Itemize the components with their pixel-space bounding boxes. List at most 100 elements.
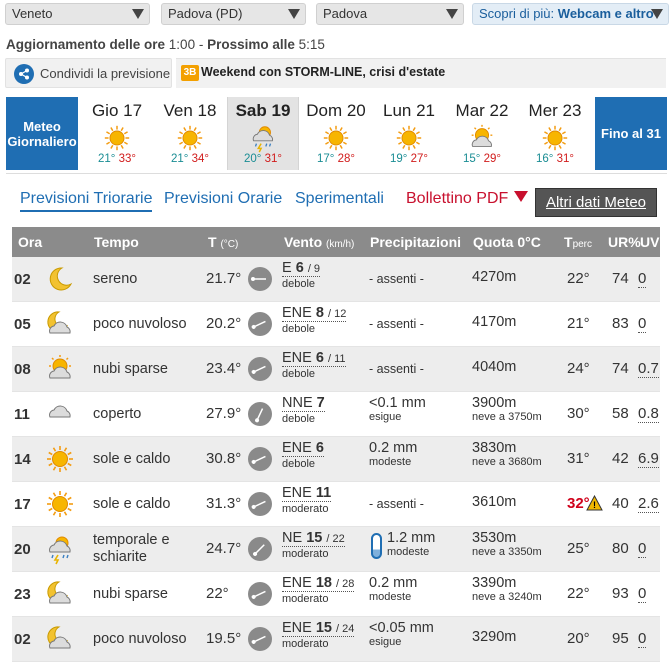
wind-cell: ENE 6 debole bbox=[282, 441, 324, 471]
day-max-temp: 29° bbox=[483, 153, 501, 165]
news-banner[interactable]: 3B Weekend con STORM-LINE, crisi d'estat… bbox=[176, 58, 666, 88]
table-row: 11 coperto 27.9° NNE 7 debole <0.1 mm esi… bbox=[12, 392, 660, 437]
precip-cell: - assenti - bbox=[369, 317, 424, 331]
wind-gust: / 11 bbox=[327, 353, 346, 365]
svg-text:!: ! bbox=[593, 500, 596, 510]
wind-value: ENE 15 / 24 bbox=[282, 621, 355, 637]
day-max-temp: 27° bbox=[410, 153, 428, 165]
freezing-level: 3390m bbox=[472, 575, 517, 591]
wind-dir: NNE bbox=[282, 395, 313, 411]
humidity: 83 bbox=[612, 315, 629, 332]
city-value: Padova bbox=[323, 6, 368, 21]
header-tempo: Tempo bbox=[94, 234, 139, 250]
region-value: Veneto bbox=[12, 6, 53, 21]
uv-index: 0 bbox=[638, 540, 647, 558]
day-min-temp: 21° bbox=[98, 153, 116, 165]
day-item[interactable]: Sab 19 20° 31° bbox=[227, 97, 299, 170]
moon-cloud-icon bbox=[44, 623, 78, 655]
snow-level: neve a 3750m bbox=[472, 411, 542, 423]
weather-desc: poco nuvoloso bbox=[93, 316, 187, 332]
weather-desc: temporale e schiarite bbox=[93, 532, 170, 565]
freezing-level-cell: 3530m neve a 3350m bbox=[472, 531, 542, 559]
header-tperc-sub: perc bbox=[572, 239, 593, 250]
hour: 05 bbox=[14, 316, 31, 333]
hour: 11 bbox=[14, 406, 30, 423]
perceived-temp: 30° bbox=[567, 405, 590, 422]
city-select[interactable]: Padova bbox=[316, 3, 464, 25]
wind-speed: 6 bbox=[315, 440, 324, 456]
precip-cell: 1.2 mm modeste bbox=[369, 531, 435, 559]
day-max-temp: 28° bbox=[337, 153, 355, 165]
wind-direction-icon bbox=[248, 357, 272, 381]
sun-icon bbox=[81, 123, 153, 153]
pdf-bulletin-link[interactable]: Bollettino PDF bbox=[406, 190, 529, 208]
tab-orarie[interactable]: Previsioni Orarie bbox=[164, 190, 282, 208]
day-name: Mer 23 bbox=[528, 101, 582, 120]
precip-desc: esigue bbox=[369, 411, 402, 423]
sun-icon bbox=[44, 488, 78, 520]
temperature: 21.7° bbox=[206, 270, 242, 287]
more-select[interactable]: Scopri di più: Webcam e altro bbox=[472, 3, 669, 25]
header-tperc-label: T bbox=[564, 234, 573, 250]
perceived-temp: 25° bbox=[567, 540, 590, 557]
wind-speed: 7 bbox=[316, 395, 325, 411]
day-min-temp: 19° bbox=[390, 153, 408, 165]
daily-forecast-button[interactable]: Meteo Giornaliero bbox=[6, 97, 78, 170]
wind-dir: ENE bbox=[282, 350, 312, 366]
cloud-icon bbox=[44, 398, 78, 430]
temperature: 24.7° bbox=[206, 540, 242, 557]
wind-direction-icon bbox=[248, 267, 272, 291]
wind-speed: 6 bbox=[315, 350, 324, 366]
weather-desc: poco nuvoloso bbox=[93, 631, 187, 647]
hour: 02 bbox=[14, 271, 31, 288]
uv-index: 0 bbox=[638, 315, 647, 333]
day-min-temp: 20° bbox=[244, 153, 262, 165]
header-t-unit: (°C) bbox=[220, 239, 239, 250]
freezing-level-cell: 4170m bbox=[472, 315, 516, 330]
share-button[interactable]: Condividi la previsione bbox=[5, 58, 172, 88]
wind-desc: moderato bbox=[282, 548, 329, 560]
hour: 20 bbox=[14, 541, 31, 558]
news-headline[interactable]: Weekend con STORM-LINE, crisi d'estate bbox=[201, 65, 445, 79]
wind-value: ENE 6 bbox=[282, 441, 324, 457]
precip-desc: esigue bbox=[369, 636, 402, 648]
header-uv: UV bbox=[640, 234, 660, 250]
temperature: 27.9° bbox=[206, 405, 242, 422]
freezing-level: 3830m bbox=[472, 440, 517, 456]
region-select[interactable]: Veneto bbox=[5, 3, 150, 25]
day-item[interactable]: Lun 21 19° 27° bbox=[373, 97, 445, 170]
precip-cell: - assenti - bbox=[369, 272, 424, 286]
other-data-button[interactable]: Altri dati Meteo bbox=[535, 188, 657, 217]
freezing-level: 3290m bbox=[472, 629, 517, 645]
day-item[interactable]: Gio 17 21° 33° bbox=[81, 97, 153, 170]
triangle-down-icon bbox=[514, 191, 529, 202]
wind-value: ENE 18 / 28 bbox=[282, 575, 355, 592]
day-temps: 21° 33° bbox=[81, 153, 153, 165]
day-name: Mar 22 bbox=[455, 101, 509, 120]
wind-value: E 6 / 9 bbox=[282, 261, 321, 277]
province-value: Padova (PD) bbox=[168, 6, 243, 21]
province-select[interactable]: Padova (PD) bbox=[161, 3, 306, 25]
wind-direction-icon bbox=[248, 312, 272, 336]
tab-triorarie[interactable]: Previsioni Triorarie bbox=[20, 190, 153, 212]
daily-forecast-label: Meteo Giornaliero bbox=[7, 118, 77, 149]
wind-value: ENE 11 bbox=[282, 485, 332, 502]
day-item[interactable]: Ven 18 21° 34° bbox=[154, 97, 226, 170]
table-row: 23 nubi sparse 22° ENE 18 / 28 moderato … bbox=[12, 572, 660, 617]
day-item[interactable]: Mer 23 16° 31° bbox=[519, 97, 591, 170]
tab-sperimentali[interactable]: Sperimentali bbox=[295, 190, 384, 208]
precip-desc: modeste bbox=[387, 546, 430, 558]
day-item[interactable]: Mar 22 15° 29° bbox=[446, 97, 518, 170]
wind-dir: ENE bbox=[282, 575, 312, 591]
precip-cell: <0.05 mm esigue bbox=[369, 621, 434, 649]
uv-index: 0.8 bbox=[638, 405, 659, 423]
wind-cell: ENE 8 / 12 debole bbox=[282, 306, 347, 336]
day-item[interactable]: Dom 20 17° 28° bbox=[300, 97, 372, 170]
share-label: Condividi la previsione bbox=[40, 66, 171, 81]
header-ora: Ora bbox=[18, 234, 43, 250]
storm-icon bbox=[44, 533, 78, 565]
wind-speed: 11 bbox=[315, 485, 332, 501]
freezing-level-cell: 3290m bbox=[472, 629, 517, 645]
until-31-button[interactable]: Fino al 31 bbox=[595, 97, 667, 170]
freezing-level-cell: 3610m bbox=[472, 495, 516, 510]
